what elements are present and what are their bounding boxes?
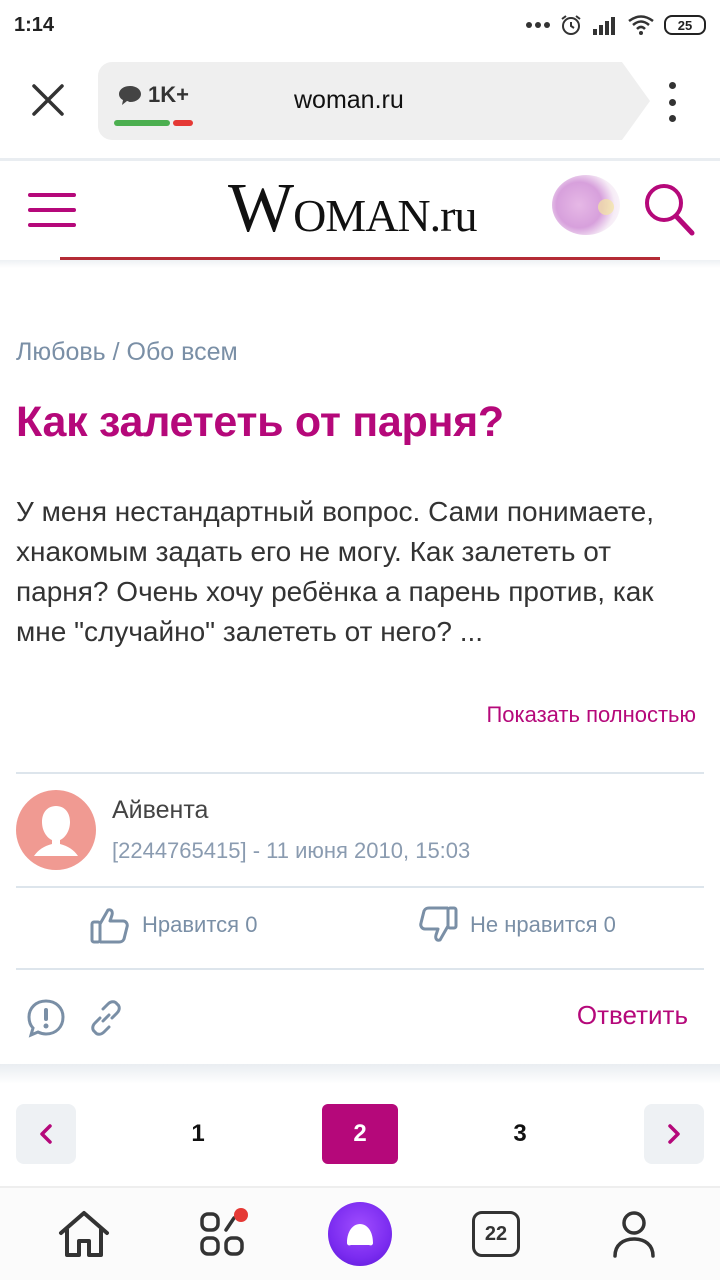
tabs-button[interactable]: 22 (466, 1204, 526, 1264)
next-page-button[interactable] (644, 1104, 704, 1164)
notification-dot (234, 1208, 248, 1222)
browser-menu-button[interactable] (660, 82, 684, 122)
more-dots-icon (526, 21, 550, 29)
profile-button[interactable] (604, 1204, 664, 1264)
user-icon (613, 1211, 655, 1258)
status-icons: 25 (526, 14, 706, 36)
copy-link-button[interactable] (86, 998, 126, 1043)
prev-page-button[interactable] (16, 1104, 76, 1164)
like-label: Нравится 0 (142, 912, 258, 937)
divider (16, 772, 704, 774)
browser-toolbar: 1K+ woman.ru (0, 56, 720, 148)
show-full-link[interactable]: Показать полностью (486, 702, 696, 728)
battery-icon: 25 (664, 15, 706, 35)
alice-assistant-button[interactable] (328, 1202, 392, 1266)
page-title: Как залететь от парня? (16, 398, 504, 446)
chevron-left-icon (40, 1124, 52, 1144)
tabs-count-icon: 22 (472, 1211, 520, 1257)
dislike-button[interactable]: Не нравится 0 (418, 906, 616, 944)
search-button[interactable] (640, 181, 696, 237)
like-button[interactable]: Нравится 0 (90, 906, 257, 944)
avatar[interactable] (16, 790, 96, 870)
breadcrumb[interactable]: Любовь / Обо всем (16, 338, 238, 367)
home-icon (59, 1211, 109, 1257)
services-button[interactable] (192, 1204, 252, 1264)
alice-icon (328, 1202, 392, 1266)
status-bar: 1:14 25 (0, 0, 720, 50)
comment-bubble-icon (119, 86, 141, 105)
page-3-button[interactable]: 3 (482, 1104, 558, 1164)
question-text: У меня нестандартный вопрос. Сами понима… (16, 496, 655, 647)
section-separator (0, 260, 720, 268)
site-logo[interactable]: WOMAN.ru (228, 169, 477, 249)
horoscope-moon-icon[interactable] (552, 175, 620, 235)
reply-button[interactable]: Ответить (577, 1000, 688, 1031)
user-silhouette-icon (34, 806, 78, 856)
address-bar[interactable]: 1K+ woman.ru (98, 62, 650, 140)
screen: 1:14 25 1K+ woman.ru WOMAN.ru Любовь / О… (0, 0, 720, 1280)
signal-icon (592, 15, 618, 35)
author-name[interactable]: Айвента (112, 796, 208, 825)
link-icon (91, 1000, 121, 1036)
wifi-icon (628, 15, 654, 35)
status-time: 1:14 (14, 13, 55, 36)
bottom-navigation: 22 (0, 1186, 720, 1280)
divider (16, 886, 704, 888)
url-domain[interactable]: woman.ru (294, 86, 404, 115)
chevron-right-icon (668, 1124, 680, 1144)
divider (16, 968, 704, 970)
thumbs-up-icon (90, 908, 129, 944)
page-2-button[interactable]: 2 (322, 1104, 398, 1164)
section-separator (0, 1064, 720, 1084)
comments-badge[interactable]: 1K+ (118, 82, 189, 108)
page-1-button[interactable]: 1 (160, 1104, 236, 1164)
hamburger-menu-icon[interactable] (28, 193, 76, 227)
close-tab-button[interactable] (26, 78, 70, 122)
report-button[interactable] (26, 998, 66, 1043)
comments-count: 1K+ (148, 82, 189, 107)
home-button[interactable] (54, 1204, 114, 1264)
close-icon (32, 84, 64, 116)
search-icon (645, 184, 695, 236)
post-meta: [2244765415] - 11 июня 2010, 15:03 (112, 838, 471, 863)
rating-bar (114, 120, 194, 126)
site-header: WOMAN.ru (0, 158, 720, 261)
warning-icon (27, 999, 65, 1038)
dislike-label: Не нравится 0 (470, 912, 616, 937)
thumbs-down-icon (419, 906, 458, 942)
alarm-icon (560, 14, 582, 36)
